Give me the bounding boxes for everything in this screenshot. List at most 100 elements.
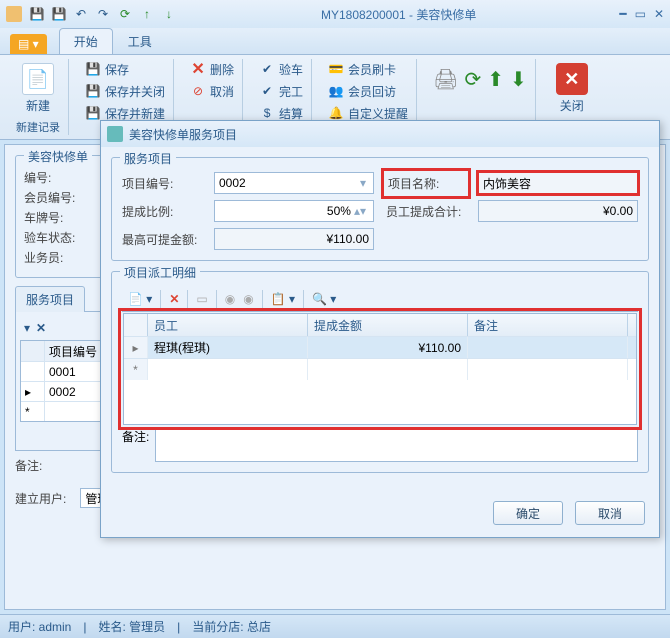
- assign-grid[interactable]: 员工 提成金额 备注 ▸ 程琪(程琪) ¥110.00 *: [123, 313, 637, 425]
- close-button[interactable]: ✕ 关闭: [552, 59, 592, 118]
- fieldset-assign: 项目派工明细 📄 ▾ ✕ ▭ ◉ ◉ 📋 ▾ 🔍 ▾ 员: [111, 271, 649, 473]
- close-icon[interactable]: ✕: [654, 7, 664, 21]
- refresh-icon[interactable]: ⟳: [464, 67, 481, 92]
- inspect-state-label: 验车状态:: [24, 229, 80, 246]
- delete-icon: ✕: [190, 61, 206, 77]
- copy-icon[interactable]: ▭: [196, 292, 207, 306]
- bg-row-new[interactable]: [45, 402, 105, 421]
- ok-button[interactable]: 确定: [493, 501, 563, 525]
- minimize-icon[interactable]: ━: [619, 7, 626, 21]
- remark-label: 备注:: [15, 457, 42, 474]
- group-new-caption: 新建记录: [16, 119, 60, 135]
- bg-row2[interactable]: 0002: [45, 382, 105, 401]
- prev-icon[interactable]: ↑: [138, 5, 156, 23]
- print-icon[interactable]: 🖨: [433, 67, 458, 92]
- no-label: 编号:: [24, 169, 80, 186]
- cancel-button[interactable]: 取消: [575, 501, 645, 525]
- table-row-new[interactable]: *: [124, 358, 636, 380]
- dialog-icon: [107, 126, 123, 142]
- card-icon: 💳: [328, 61, 344, 77]
- dialog-titlebar: 美容快修单服务项目: [101, 121, 659, 147]
- fs2-legend: 项目派工明细: [120, 264, 200, 281]
- new-button[interactable]: 📄 新建: [16, 59, 60, 118]
- dlg-remark-label: 备注:: [122, 428, 149, 445]
- search-icon[interactable]: 🔍 ▾: [312, 292, 336, 306]
- emp-total-input: ¥0.00: [478, 200, 638, 222]
- cancel-icon: ⊘: [190, 83, 206, 99]
- status-user: admin: [39, 620, 72, 634]
- proj-no-input[interactable]: 0002▾: [214, 172, 374, 194]
- chevron-down-icon: ▾: [357, 176, 369, 190]
- save-close-icon[interactable]: 💾: [50, 5, 68, 23]
- col-amount[interactable]: 提成金额: [308, 314, 468, 336]
- table-row[interactable]: ▸ 程琪(程琪) ¥110.00: [124, 336, 636, 358]
- undo-icon[interactable]: ↶: [72, 5, 90, 23]
- settle-icon: $: [259, 105, 275, 121]
- app-menu-button[interactable]: ▤ ▾: [10, 34, 47, 54]
- cell-emp[interactable]: 程琪(程琪): [148, 337, 308, 358]
- new-row-indicator-icon: *: [124, 359, 148, 380]
- window-title: MY1808200001 - 美容快修单: [184, 6, 613, 23]
- grid-toolbar: 📄 ▾ ✕ ▭ ◉ ◉ 📋 ▾ 🔍 ▾: [122, 286, 638, 312]
- delete-row-icon[interactable]: ✕: [169, 292, 179, 306]
- row-indicator-icon: ▸: [124, 337, 148, 358]
- col-emp[interactable]: 员工: [148, 314, 308, 336]
- dlg-remark-input[interactable]: [155, 428, 638, 462]
- max-amount-input: ¥110.00: [214, 228, 374, 250]
- status-name-label: 姓名:: [98, 620, 129, 634]
- down-icon[interactable]: ⬇: [510, 67, 527, 92]
- nav-first-icon[interactable]: ◉: [225, 292, 235, 306]
- complete-icon: ✔: [259, 83, 275, 99]
- save-icon: 💾: [85, 61, 101, 77]
- tab-tools[interactable]: 工具: [113, 28, 167, 54]
- delete-button[interactable]: ✕删除: [190, 59, 234, 79]
- status-user-label: 用户:: [8, 620, 39, 634]
- dialog-title: 美容快修单服务项目: [129, 126, 237, 143]
- new-row-icon[interactable]: ▾: [24, 321, 30, 335]
- new-label: 新建: [26, 97, 50, 114]
- spinner-icon[interactable]: ▴▾: [351, 204, 369, 218]
- complete-button[interactable]: ✔完工: [259, 81, 303, 101]
- proj-name-input: 内饰美容: [478, 172, 638, 194]
- member-visit-button[interactable]: 👥会员回访: [328, 81, 408, 101]
- ratio-input[interactable]: 50%▴▾: [214, 200, 374, 222]
- close-label: 关闭: [560, 97, 584, 114]
- bell-icon: 🔔: [328, 105, 344, 121]
- cancel-button[interactable]: ⊘取消: [190, 81, 234, 101]
- inspect-icon: ✔: [259, 61, 275, 77]
- new-icon: 📄: [22, 63, 54, 95]
- plate-label: 车牌号:: [24, 209, 80, 226]
- tab-start[interactable]: 开始: [59, 28, 113, 54]
- proj-name-label: 项目名称:: [386, 173, 466, 194]
- app-icon: [6, 6, 22, 22]
- export-icon[interactable]: 📋 ▾: [271, 292, 295, 306]
- save-close-button[interactable]: 💾保存并关闭: [85, 81, 165, 101]
- next-icon[interactable]: ↓: [160, 5, 178, 23]
- fieldset-service: 服务项目 项目编号: 0002▾ 项目名称: 内饰美容 提成比例: 50%▴▾ …: [111, 157, 649, 261]
- cell-remark[interactable]: [468, 337, 628, 358]
- col-remark[interactable]: 备注: [468, 314, 628, 336]
- visit-icon: 👥: [328, 83, 344, 99]
- tab-service[interactable]: 服务项目: [15, 286, 85, 312]
- redo-icon[interactable]: ↷: [94, 5, 112, 23]
- refresh-icon[interactable]: ⟳: [116, 5, 134, 23]
- close-x-icon: ✕: [556, 63, 588, 95]
- cell-amount[interactable]: ¥110.00: [308, 337, 468, 358]
- save-new-icon: 💾: [85, 105, 101, 121]
- max-amount-label: 最高可提金额:: [122, 231, 202, 248]
- up-icon[interactable]: ⬆: [487, 67, 504, 92]
- status-branch-label: 当前分店:: [192, 620, 247, 634]
- nav-last-icon[interactable]: ◉: [243, 292, 253, 306]
- member-card-button[interactable]: 💳会员刷卡: [328, 59, 408, 79]
- delete-row-icon[interactable]: ✕: [36, 321, 46, 335]
- new-row-icon[interactable]: 📄 ▾: [128, 292, 152, 306]
- member-no-label: 会员编号:: [24, 189, 80, 206]
- save-button[interactable]: 💾保存: [85, 59, 165, 79]
- emp-total-label: 员工提成合计:: [386, 203, 466, 220]
- save-icon[interactable]: 💾: [28, 5, 46, 23]
- sales-label: 业务员:: [24, 249, 80, 266]
- maximize-icon[interactable]: ▭: [635, 7, 646, 21]
- bg-row1[interactable]: 0001: [45, 362, 105, 381]
- inspect-button[interactable]: ✔验车: [259, 59, 303, 79]
- fs1-legend: 服务项目: [120, 150, 176, 167]
